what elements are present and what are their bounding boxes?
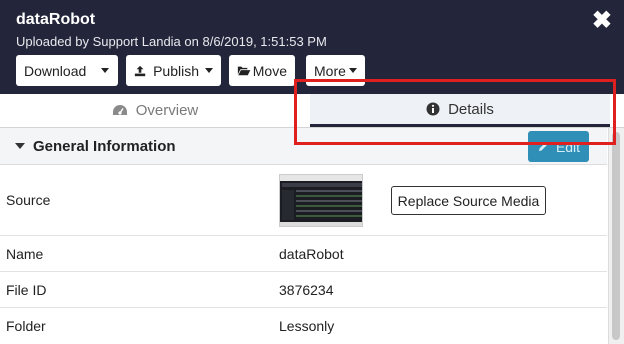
- folder-value: Lessonly: [279, 318, 335, 334]
- move-button[interactable]: Move: [229, 55, 295, 86]
- caret-down-icon: [15, 143, 25, 149]
- dashboard-icon: [112, 105, 127, 115]
- general-information-header[interactable]: General Information: [0, 128, 607, 165]
- chevron-down-icon: [101, 68, 110, 73]
- upload-info: Uploaded by Support Landia on 8/6/2019, …: [16, 34, 327, 49]
- modal-header: dataRobot Uploaded by Support Landia on …: [0, 0, 624, 94]
- source-label: Source: [6, 192, 51, 208]
- scrollbar[interactable]: [608, 128, 624, 344]
- video-thumbnail-image: [280, 175, 362, 226]
- move-label: Move: [252, 62, 287, 79]
- tab-overview-label: Overview: [135, 102, 199, 119]
- replace-source-media-button[interactable]: Replace Source Media: [391, 186, 546, 215]
- more-button[interactable]: More: [306, 55, 365, 86]
- scrollbar-thumb[interactable]: [612, 132, 620, 340]
- file-id-label: File ID: [6, 282, 47, 298]
- name-row: Name dataRobot: [0, 236, 607, 272]
- file-id-row: File ID 3876234: [0, 272, 607, 308]
- chevron-down-icon: [348, 68, 357, 73]
- section-title: General Information: [33, 138, 176, 155]
- download-button[interactable]: Download: [16, 55, 118, 86]
- tab-details[interactable]: Details: [310, 94, 610, 127]
- name-label: Name: [6, 246, 44, 262]
- name-value: dataRobot: [279, 246, 344, 262]
- download-label: Download: [24, 62, 87, 79]
- edit-button[interactable]: Edit: [528, 131, 589, 162]
- tab-details-label: Details: [448, 100, 494, 118]
- chevron-down-icon: [205, 68, 213, 73]
- pencil-icon: [538, 142, 548, 151]
- edit-label: Edit: [555, 138, 581, 155]
- info-circle-icon: [426, 102, 440, 116]
- file-id-value: 3876234: [279, 282, 334, 298]
- close-icon[interactable]: ✖: [592, 9, 612, 33]
- folder-open-icon: [237, 66, 251, 76]
- source-thumbnail[interactable]: [279, 174, 363, 227]
- folder-label: Folder: [6, 318, 46, 334]
- publish-button[interactable]: Publish: [126, 55, 221, 86]
- folder-row: Folder Lessonly: [0, 308, 607, 344]
- publish-label: Publish: [153, 62, 199, 79]
- tab-bar: Overview Details: [0, 94, 624, 128]
- media-title: dataRobot: [16, 11, 96, 28]
- more-label: More: [314, 62, 346, 79]
- tab-overview[interactable]: Overview: [0, 94, 310, 127]
- upload-icon: [134, 65, 146, 76]
